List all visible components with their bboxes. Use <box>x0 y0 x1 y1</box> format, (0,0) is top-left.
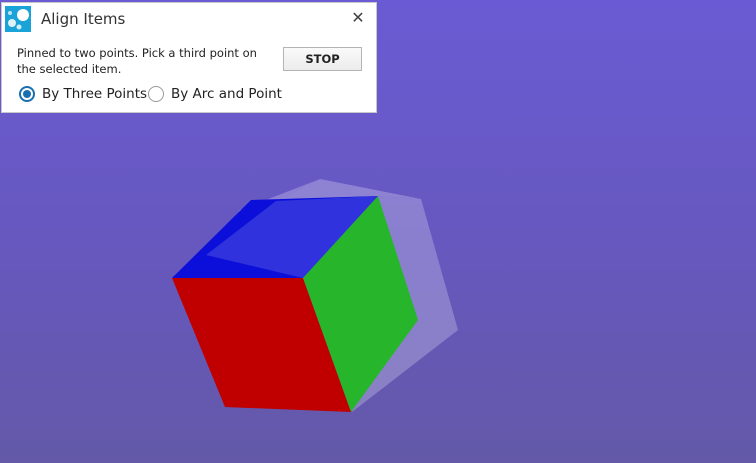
close-icon[interactable]: ✕ <box>349 9 367 27</box>
radio-unselected-icon[interactable] <box>148 86 164 102</box>
radio-by-three-points[interactable]: By Three Points <box>19 86 147 102</box>
instruction-text: Pinned to two points. Pick a third point… <box>17 46 257 76</box>
radio-by-arc-and-point[interactable]: By Arc and Point <box>148 86 282 102</box>
dialog-title: Align Items <box>41 10 126 28</box>
align-items-app-icon <box>5 6 31 32</box>
radio-label: By Arc and Point <box>171 86 282 102</box>
radio-selected-icon[interactable] <box>19 86 35 102</box>
align-items-dialog: Align Items ✕ Pinned to two points. Pick… <box>1 2 377 113</box>
radio-label: By Three Points <box>42 86 148 102</box>
stop-button[interactable]: STOP <box>283 47 362 71</box>
